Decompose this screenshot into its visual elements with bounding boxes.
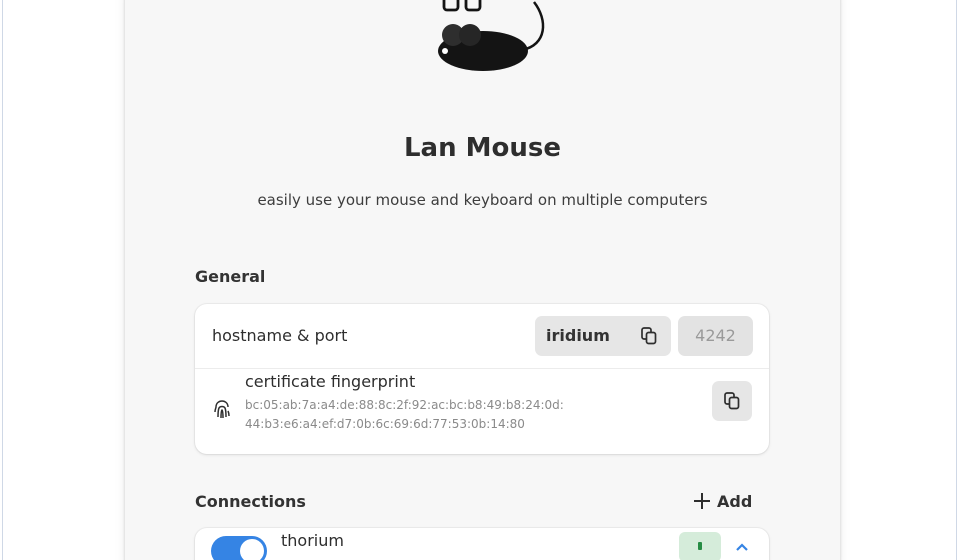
mouse-logo-icon (438, 0, 545, 71)
connection-row[interactable]: thorium (195, 528, 769, 560)
port-input[interactable]: 4242 (678, 316, 753, 356)
app-window: Lan Mouse easily use your mouse and keyb… (125, 0, 840, 560)
hostname-copy-button[interactable]: iridium (535, 316, 671, 356)
add-label: Add (717, 491, 753, 511)
hostname-port-label: hostname & port (212, 326, 348, 345)
connection-toggle[interactable] (211, 536, 267, 560)
app-title: Lan Mouse (403, 133, 562, 163)
fingerprint-copy-button[interactable] (712, 381, 752, 421)
fingerprint-value-line1: bc:05:ab:7a:a4:de:88:8c:2f:92:ac:bc:b8:4… (245, 398, 564, 412)
connection-status-badge[interactable] (679, 532, 721, 560)
connections-section-heading: Connections (195, 492, 306, 511)
plus-icon (694, 493, 710, 509)
copy-icon (724, 392, 740, 410)
copy-icon (629, 316, 669, 356)
status-indicator (698, 542, 702, 550)
fingerprint-value-line2: 44:b3:e6:a4:ef:d7:0b:6c:69:6d:77:53:0b:1… (245, 417, 525, 431)
hostname-value: iridium (546, 326, 610, 345)
general-card: hostname & port iridium 4242 certificate… (195, 304, 769, 454)
certificate-fingerprint-label: certificate fingerprint (245, 372, 416, 391)
connection-name: thorium (281, 531, 344, 550)
toggle-knob (240, 539, 264, 560)
row-divider (195, 368, 769, 369)
add-connection-button[interactable]: Add (693, 488, 759, 514)
chevron-up-icon[interactable] (735, 542, 749, 552)
app-subtitle: easily use your mouse and keyboard on mu… (257, 191, 708, 209)
fingerprint-icon (214, 400, 230, 419)
general-section-heading: General (195, 267, 266, 286)
